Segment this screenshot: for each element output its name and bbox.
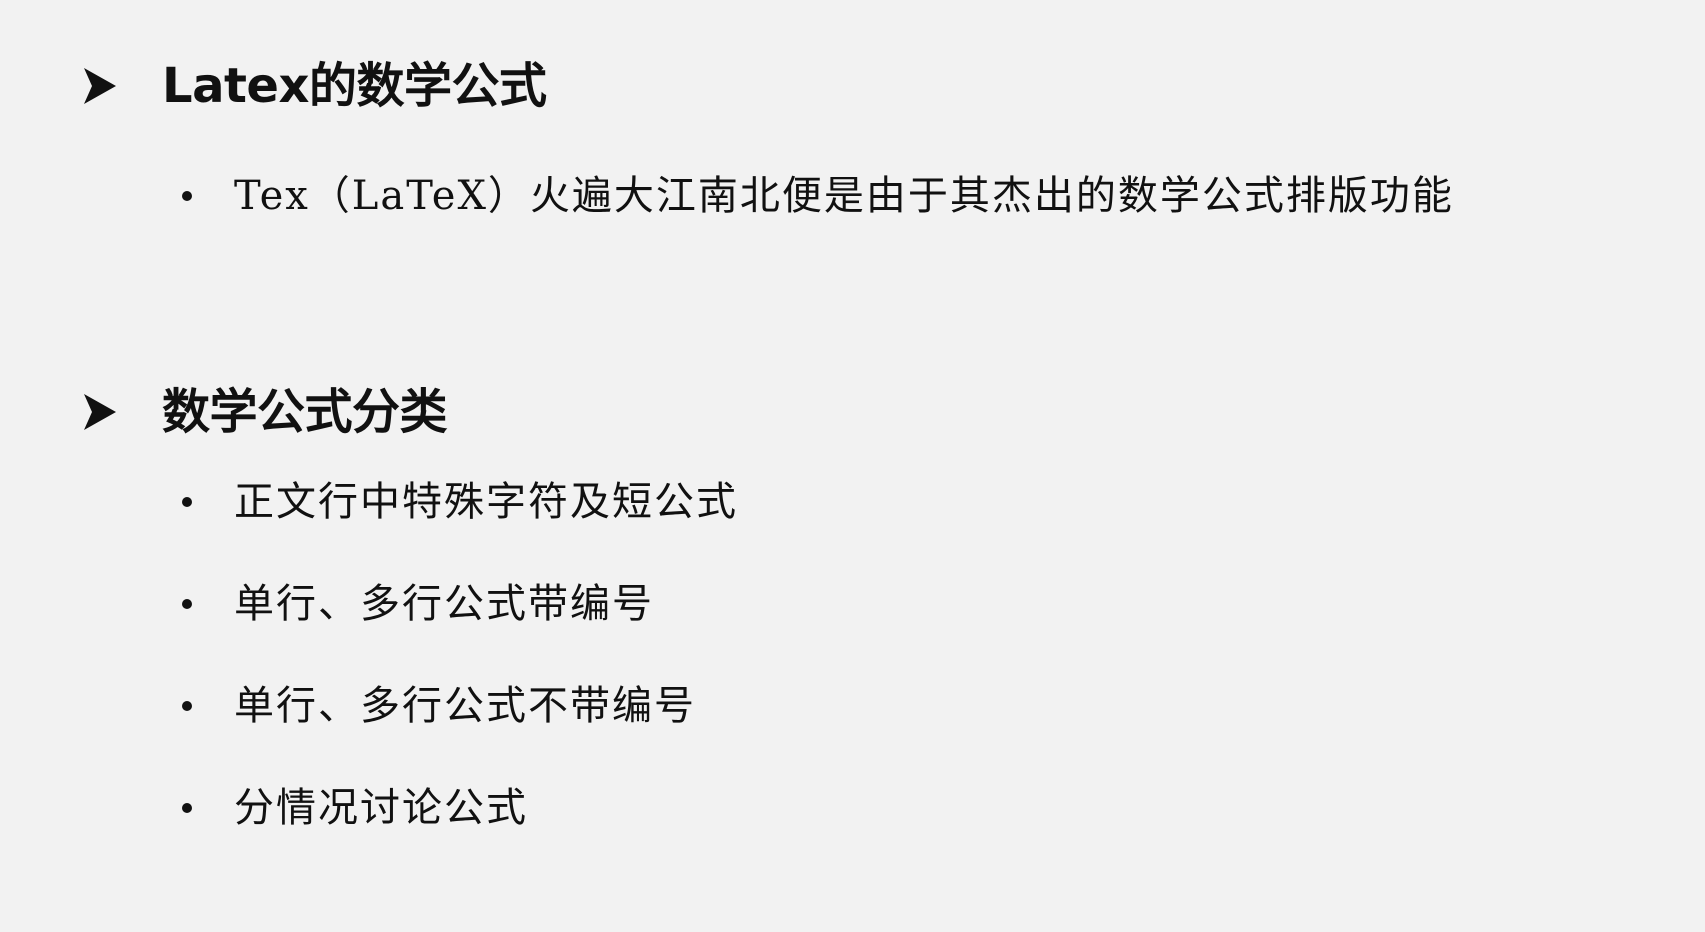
list-item: 单行、多行公式带编号 [182, 584, 654, 624]
section-title: 数学公式分类 [162, 384, 448, 440]
section-title: Latex的数学公式 [162, 58, 547, 114]
arrowhead-icon [82, 66, 118, 106]
bullet-dot [182, 497, 192, 507]
arrowhead-icon [82, 392, 118, 432]
list-item: 单行、多行公式不带编号 [182, 686, 696, 726]
list-item: 正文行中特殊字符及短公式 [182, 482, 738, 522]
list-item-text: 单行、多行公式不带编号 [234, 683, 696, 729]
list-item-text: 正文行中特殊字符及短公式 [234, 479, 738, 525]
slide: Latex的数学公式 Tex（LaTeX）火遍大江南北便是由于其杰出的数学公式排… [0, 0, 1705, 932]
bullet-dot [182, 599, 192, 609]
bullet-dot [182, 701, 192, 711]
list-item-text: Tex（LaTeX）火遍大江南北便是由于其杰出的数学公式排版功能 [234, 173, 1454, 219]
section-heading-formula-types: 数学公式分类 [82, 384, 448, 440]
list-item-text: 分情况讨论公式 [234, 785, 528, 831]
bullet-dot [182, 803, 192, 813]
list-item: Tex（LaTeX）火遍大江南北便是由于其杰出的数学公式排版功能 [182, 176, 1454, 216]
bullet-dot [182, 191, 192, 201]
section-heading-latex-math: Latex的数学公式 [82, 58, 547, 114]
list-item-text: 单行、多行公式带编号 [234, 581, 654, 627]
list-item: 分情况讨论公式 [182, 788, 528, 828]
